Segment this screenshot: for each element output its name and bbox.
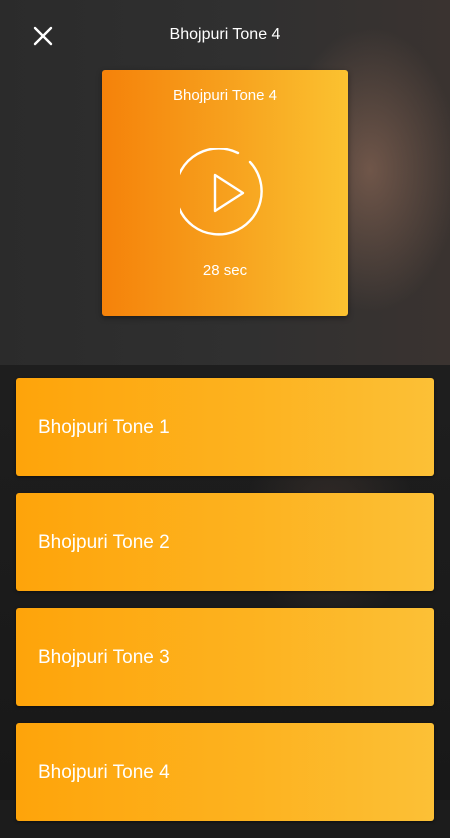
- play-icon: [174, 147, 263, 236]
- duration-label: 28 sec: [202, 262, 248, 279]
- play-button[interactable]: [174, 147, 270, 238]
- list-item[interactable]: Bhojpuri Tone 4: [16, 723, 434, 821]
- top-bar: Bhojpuri Tone 4: [0, 0, 450, 70]
- tone-list: Bhojpuri Tone 1 Bhojpuri Tone 2 Bhojpuri…: [16, 378, 434, 838]
- page-title: Bhojpuri Tone 4: [169, 26, 281, 43]
- player-title: Bhojpuri Tone 4: [173, 87, 277, 104]
- player-card: Bhojpuri Tone 4 28 sec: [102, 70, 348, 316]
- list-item-label: Bhojpuri Tone 2: [38, 532, 170, 553]
- list-item-label: Bhojpuri Tone 1: [38, 417, 170, 438]
- list-item-label: Bhojpuri Tone 4: [38, 762, 170, 783]
- list-item[interactable]: Bhojpuri Tone 2: [16, 493, 434, 591]
- list-item[interactable]: Bhojpuri Tone 1: [16, 378, 434, 476]
- list-item[interactable]: Bhojpuri Tone 3: [16, 608, 434, 706]
- list-item-label: Bhojpuri Tone 3: [38, 647, 170, 668]
